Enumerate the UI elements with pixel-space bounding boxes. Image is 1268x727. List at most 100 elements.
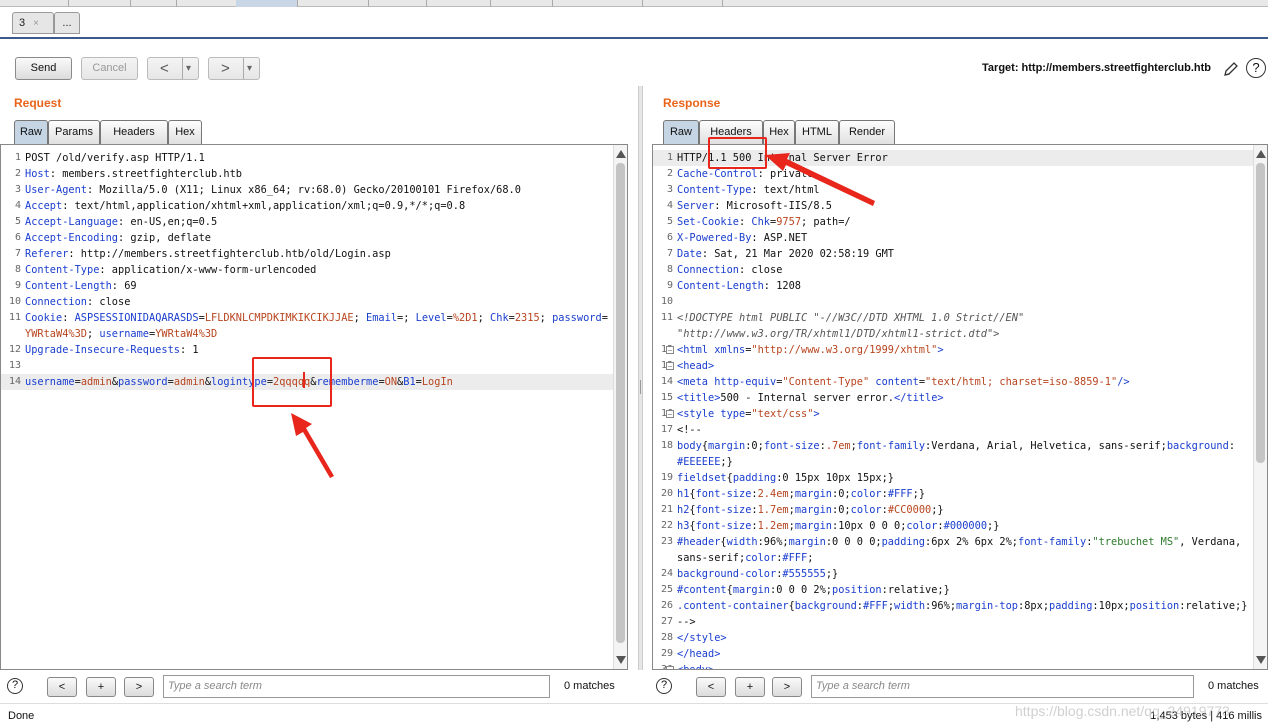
request-scrollbar[interactable] (613, 145, 627, 669)
code-line[interactable]: 7 Date: Sat, 21 Mar 2020 02:58:19 GMT (653, 246, 1253, 262)
code-line[interactable]: 2 Host: members.streetfighterclub.htb (1, 166, 613, 182)
close-tab-icon[interactable]: × (33, 18, 39, 29)
annotation-highlight-box (252, 357, 332, 407)
search-add-button[interactable]: + (735, 677, 765, 697)
code-line[interactable]: 28 </style> (653, 630, 1253, 646)
scroll-down-icon[interactable] (616, 656, 626, 664)
code-line[interactable]: 26 .content-container{background:#FFF;wid… (653, 598, 1253, 614)
back-arrow-icon: < (160, 60, 169, 77)
code-line[interactable]: 20 h1{font-size:2.4em;margin:0;color:#FFF… (653, 486, 1253, 502)
code-line[interactable]: 3 Content-Type: text/html (653, 182, 1253, 198)
back-dropdown-icon[interactable]: ▾ (181, 58, 191, 79)
new-tab-button[interactable]: ... (54, 12, 80, 34)
response-scrollbar[interactable] (1253, 145, 1267, 669)
repeater-tab-row: 3 × ... (0, 7, 1268, 39)
code-line[interactable]: 8 Connection: close (653, 262, 1253, 278)
line-number: 24 (660, 568, 673, 579)
search-prev-button[interactable]: < (696, 677, 726, 697)
tab-response-raw[interactable]: Raw (663, 120, 699, 144)
code-line[interactable]: 14 <meta http-equiv="Content-Type" conten… (653, 374, 1253, 390)
response-editor[interactable]: 1 HTTP/1.1 500 Internal Server Error 2 Cach… (652, 144, 1268, 670)
tab-request-hex[interactable]: Hex (168, 120, 202, 144)
cancel-button[interactable]: Cancel (81, 57, 138, 80)
back-button[interactable]: < ▾ (147, 57, 199, 80)
code-line[interactable]: #EEEEEE;} (653, 454, 1253, 470)
scrollbar-thumb[interactable] (1256, 163, 1265, 463)
fold-toggle-icon[interactable]: – (666, 346, 674, 354)
code-line[interactable]: 19 fieldset{padding:0 15px 10px 15px;} (653, 470, 1253, 486)
search-help-icon[interactable]: ? (656, 678, 672, 694)
code-text: fieldset{padding:0 15px 10px 15px;} (677, 472, 895, 484)
code-line[interactable]: 23 #header{width:96%;margin:0 0 0 0;paddi… (653, 534, 1253, 550)
code-text: #header{width:96%;margin:0 0 0 0;padding… (677, 536, 1242, 548)
code-line[interactable]: 5 Set-Cookie: Chk=9757; path=/ (653, 214, 1253, 230)
code-line[interactable]: 9 Content-Length: 69 (1, 278, 613, 294)
code-line[interactable]: 11 <!DOCTYPE html PUBLIC "-//W3C//DTD XHT… (653, 310, 1253, 326)
tab-request-raw[interactable]: Raw (14, 120, 48, 144)
split-pane-divider[interactable] (638, 86, 643, 670)
code-line[interactable]: sans-serif;color:#FFF; (653, 550, 1253, 566)
code-line[interactable]: 17 <!-- (653, 422, 1253, 438)
tab-request-headers[interactable]: Headers (100, 120, 168, 144)
response-search-input[interactable]: Type a search term (811, 675, 1194, 698)
scroll-down-icon[interactable] (1256, 656, 1266, 664)
fold-toggle-icon[interactable]: – (666, 362, 674, 370)
tab-response-hex[interactable]: Hex (763, 120, 795, 144)
search-add-button[interactable]: + (86, 677, 116, 697)
top-tab-active[interactable] (236, 0, 298, 7)
scroll-up-icon[interactable] (1256, 150, 1266, 158)
code-line[interactable]: 4 Accept: text/html,application/xhtml+xml… (1, 198, 613, 214)
code-line[interactable]: 13–<head> (653, 358, 1253, 374)
code-line[interactable]: 27 --> (653, 614, 1253, 630)
line-number: 26 (660, 600, 673, 611)
code-line[interactable]: 16–<style type="text/css"> (653, 406, 1253, 422)
code-text: sans-serif;color:#FFF; (677, 552, 814, 564)
send-button[interactable]: Send (15, 57, 72, 80)
request-search-input[interactable]: Type a search term (163, 675, 550, 698)
code-text: Connection: close (25, 296, 131, 308)
code-line[interactable]: 10 Connection: close (1, 294, 613, 310)
tab-response-render[interactable]: Render (839, 120, 895, 144)
fold-toggle-icon[interactable]: – (666, 410, 674, 418)
code-line[interactable]: YWRtaW4%3D; username=YWRtaW4%3D (1, 326, 613, 342)
code-line[interactable]: 6 X-Powered-By: ASP.NET (653, 230, 1253, 246)
code-line[interactable]: 30–<body> (653, 662, 1253, 669)
code-line[interactable]: 4 Server: Microsoft-IIS/8.5 (653, 198, 1253, 214)
code-line[interactable]: 6 Accept-Encoding: gzip, deflate (1, 230, 613, 246)
code-line[interactable]: 12 Upgrade-Insecure-Requests: 1 (1, 342, 613, 358)
code-line[interactable]: 25 #content{margin:0 0 0 2%;position:rela… (653, 582, 1253, 598)
forward-button[interactable]: > ▾ (208, 57, 260, 80)
code-line[interactable]: "http://www.w3.org/TR/xhtml1/DTD/xhtml1-… (653, 326, 1253, 342)
help-icon[interactable]: ? (1246, 58, 1266, 78)
fold-toggle-icon[interactable]: – (666, 666, 674, 669)
code-line[interactable]: 21 h2{font-size:1.7em;margin:0;color:#CC0… (653, 502, 1253, 518)
code-line[interactable]: 11 Cookie: ASPSESSIONIDAQARASDS=LFLDKNLCM… (1, 310, 613, 326)
code-text: Date: Sat, 21 Mar 2020 02:58:19 GMT (677, 248, 894, 260)
code-line[interactable]: 5 Accept-Language: en-US,en;q=0.5 (1, 214, 613, 230)
code-line[interactable]: 29 </head> (653, 646, 1253, 662)
request-editor[interactable]: 1 POST /old/verify.asp HTTP/1.1 2 Host: mem… (0, 144, 628, 670)
search-next-button[interactable]: > (124, 677, 154, 697)
code-line[interactable]: 7 Referer: http://members.streetfightercl… (1, 246, 613, 262)
edit-target-pencil-icon[interactable] (1222, 60, 1240, 78)
tab-response-html[interactable]: HTML (795, 120, 839, 144)
code-line[interactable]: 1 POST /old/verify.asp HTTP/1.1 (1, 150, 613, 166)
code-line[interactable]: 18 body{margin:0;font-size:.7em;font-fami… (653, 438, 1253, 454)
code-line[interactable]: 8 Content-Type: application/x-www-form-ur… (1, 262, 613, 278)
repeater-tab-3[interactable]: 3 × (12, 12, 54, 34)
code-line[interactable]: 15 <title>500 - Internal server error.</t… (653, 390, 1253, 406)
code-line[interactable]: 3 User-Agent: Mozilla/5.0 (X11; Linux x86… (1, 182, 613, 198)
search-help-icon[interactable]: ? (7, 678, 23, 694)
code-line[interactable]: 24 background-color:#555555;} (653, 566, 1253, 582)
code-line[interactable]: 22 h3{font-size:1.2em;margin:10px 0 0 0;c… (653, 518, 1253, 534)
search-next-button[interactable]: > (772, 677, 802, 697)
scrollbar-thumb[interactable] (616, 163, 625, 643)
code-line[interactable]: 12–<html xmlns="http://www.w3.org/1999/x… (653, 342, 1253, 358)
tab-request-params[interactable]: Params (48, 120, 100, 144)
text-cursor (303, 372, 305, 388)
scroll-up-icon[interactable] (616, 150, 626, 158)
search-prev-button[interactable]: < (47, 677, 77, 697)
code-line[interactable]: 10 (653, 294, 1253, 310)
forward-dropdown-icon[interactable]: ▾ (242, 58, 252, 79)
code-line[interactable]: 9 Content-Length: 1208 (653, 278, 1253, 294)
